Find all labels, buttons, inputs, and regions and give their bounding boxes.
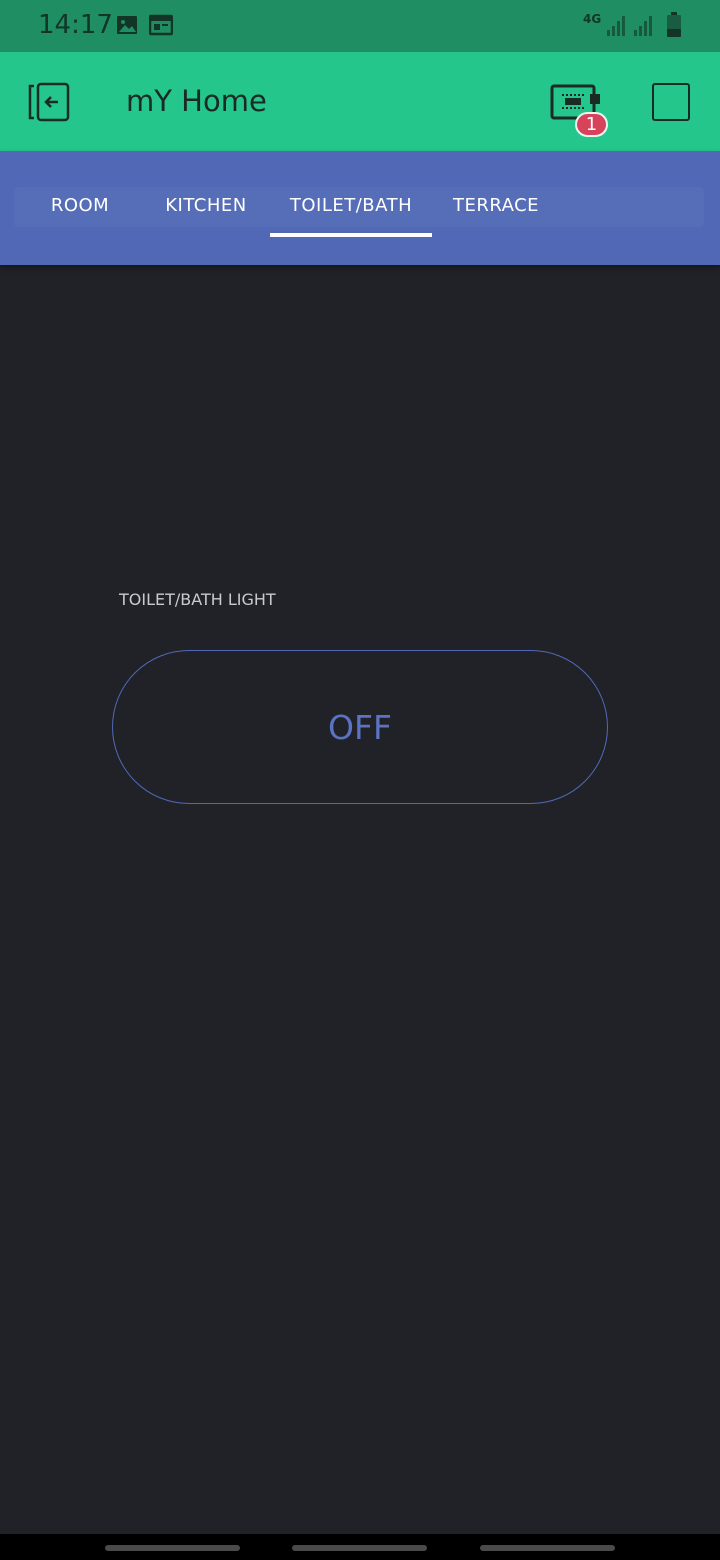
device-badge: 1 xyxy=(575,112,608,137)
signal-icon xyxy=(607,16,625,36)
exit-icon[interactable] xyxy=(28,82,70,122)
status-time: 14:17 xyxy=(38,10,113,40)
tab-toilet-bath[interactable]: TOILET/BATH xyxy=(270,195,432,225)
tab-bar: ROOM KITCHEN TOILET/BATH TERRACE xyxy=(0,151,720,265)
light-toggle-button[interactable]: OFF xyxy=(112,650,608,804)
active-tab-indicator xyxy=(270,233,432,237)
battery-icon xyxy=(667,12,681,37)
network-type: 4G xyxy=(583,12,602,26)
app-bar: mY Home xyxy=(0,52,720,151)
image-icon xyxy=(117,16,137,34)
tab-terrace[interactable]: TERRACE xyxy=(440,195,552,225)
calendar-icon xyxy=(149,14,173,36)
square-icon[interactable] xyxy=(652,83,690,121)
nav-back-gesture[interactable] xyxy=(105,1545,240,1551)
tab-kitchen[interactable]: KITCHEN xyxy=(150,195,262,225)
toggle-state-label: OFF xyxy=(328,707,392,747)
widget-label: TOILET/BATH LIGHT xyxy=(119,590,276,609)
status-bar: 14:17 4G xyxy=(0,0,720,52)
system-nav-bar xyxy=(0,1534,720,1560)
nav-home-gesture[interactable] xyxy=(292,1545,427,1551)
tab-room[interactable]: ROOM xyxy=(30,195,130,225)
app-title: mY Home xyxy=(126,84,267,118)
nav-recents-gesture[interactable] xyxy=(480,1545,615,1551)
signal-icon-2 xyxy=(634,16,652,36)
